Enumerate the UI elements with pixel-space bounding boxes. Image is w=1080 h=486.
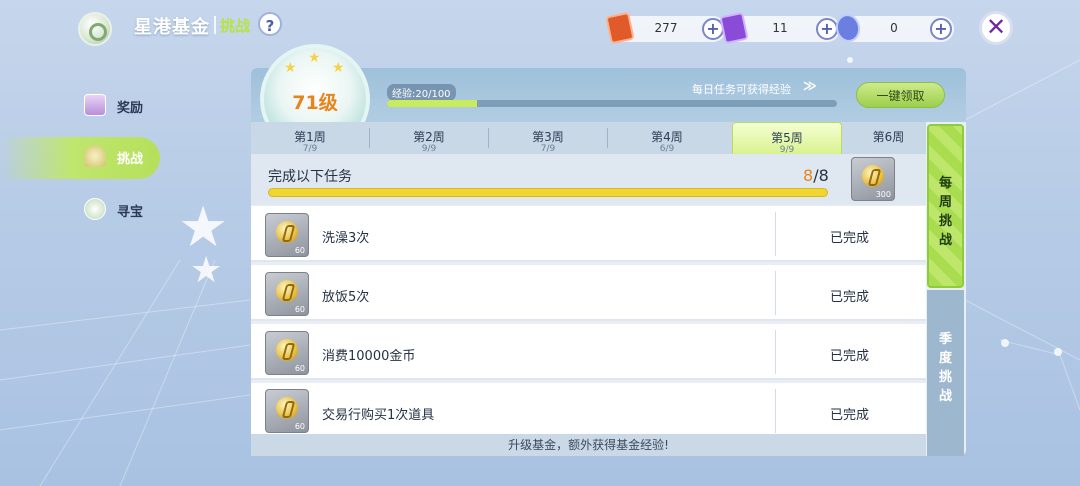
tab-label: 第6周 [872, 130, 905, 144]
task-row: 60 放饭5次 已完成 [251, 265, 926, 321]
currency-ticket-value: 277 [654, 21, 678, 35]
tab-divider [607, 128, 608, 148]
summary-done: 8 [803, 166, 814, 185]
task-divider [775, 389, 776, 433]
summary-reward-chest[interactable]: 300 [851, 157, 895, 201]
nav-item-rewards[interactable]: 奖励 [0, 86, 160, 126]
exp-progress-bar [387, 100, 837, 107]
page-subtitle: 挑战 [220, 17, 251, 35]
week-tabs: 第1周 7/9 第2周 9/9 第3周 7/9 第4周 6/9 第5周 9/9 … [251, 122, 926, 155]
task-row: 60 交易行购买1次道具 已完成 [251, 383, 926, 434]
arrow-right-icon[interactable]: ≫ [803, 79, 817, 94]
nav-item-label: 挑战 [117, 152, 144, 167]
reward-amount: 60 [294, 364, 305, 373]
close-button[interactable]: ✕ [979, 11, 1013, 45]
nav-item-label: 奖励 [117, 101, 144, 116]
coin-icon [862, 165, 884, 187]
task-status: 已完成 [830, 290, 870, 305]
task-reward: 60 [265, 213, 309, 257]
reward-amount: 60 [294, 246, 305, 255]
task-name: 交易行购买1次道具 [322, 408, 435, 423]
fund-logo-icon [78, 12, 112, 46]
task-name: 洗澡3次 [322, 231, 370, 246]
claim-all-button[interactable]: 一键领取 [856, 82, 945, 108]
tab-week-1[interactable]: 第1周 7/9 [255, 122, 365, 154]
nav-item-challenge[interactable]: 挑战 [0, 137, 160, 179]
tab-label: 第2周 [413, 130, 445, 144]
nav-item-label: 寻宝 [117, 205, 144, 220]
tab-divider [369, 128, 370, 148]
tab-progress: 7/9 [302, 144, 318, 154]
title-divider [214, 16, 216, 34]
star-icon: ★ [308, 50, 321, 66]
task-reward: 60 [265, 272, 309, 316]
add-card-button[interactable]: + [816, 18, 838, 40]
task-row: 60 洗澡3次 已完成 [251, 206, 926, 262]
summary-title: 完成以下任务 [268, 169, 352, 185]
weekly-summary: 完成以下任务 8/8 300 [251, 154, 926, 205]
summary-progress-bar [268, 188, 828, 197]
coin-icon [276, 339, 298, 361]
tab-progress: 6/9 [659, 144, 675, 154]
nav-item-treasure[interactable]: 寻宝 [0, 190, 160, 230]
currency-ticket: 277 + [605, 11, 726, 45]
treasure-icon [84, 198, 106, 220]
gift-icon [84, 94, 106, 116]
currency-crystal-value: 0 [890, 21, 898, 35]
task-reward: 60 [265, 389, 309, 433]
star-icon: ★ [332, 60, 345, 76]
tab-progress: 9/9 [421, 144, 437, 154]
tab-label: 第5周 [771, 131, 803, 145]
tab-week-6[interactable]: 第6周 [851, 122, 926, 154]
task-status: 已完成 [830, 231, 870, 246]
coin-icon [276, 221, 298, 243]
coin-icon [276, 397, 298, 419]
star-decoration-icon: ★ [190, 250, 223, 291]
coin-icon [276, 280, 298, 302]
level-text: 71级 [292, 92, 338, 114]
currency-card: 11 + [719, 11, 840, 45]
task-status: 已完成 [830, 408, 870, 423]
crystal-icon [833, 11, 863, 45]
daily-exp-tip: 每日任务可获得经验 [692, 83, 791, 96]
add-crystal-button[interactable]: + [930, 18, 952, 40]
task-reward: 60 [265, 331, 309, 375]
reward-amount: 300 [875, 190, 891, 199]
help-button[interactable]: ? [258, 12, 282, 36]
task-name: 消费10000金币 [322, 349, 416, 364]
tab-label: 第1周 [294, 130, 326, 144]
exp-label: 经验:20/100 [387, 84, 456, 101]
tab-week-4[interactable]: 第4周 6/9 [612, 122, 722, 154]
summary-count: 8/8 [803, 166, 829, 185]
page-title: 星港基金 [134, 17, 210, 38]
ticket-icon [605, 11, 635, 45]
task-divider [775, 271, 776, 315]
tab-weekly-challenge[interactable]: 每周挑战 [927, 124, 964, 288]
tab-week-3[interactable]: 第3周 7/9 [493, 122, 603, 154]
reward-amount: 60 [294, 422, 305, 431]
tab-divider [488, 128, 489, 148]
star-icon: ★ [284, 60, 297, 76]
weekly-challenge-label: 每周挑战 [938, 176, 952, 248]
summary-total: /8 [813, 166, 829, 185]
exp-progress-fill [387, 100, 477, 107]
tab-label: 第3周 [532, 130, 564, 144]
task-status: 已完成 [830, 349, 870, 364]
task-divider [775, 330, 776, 374]
task-row: 60 消费10000金币 已完成 [251, 324, 926, 380]
card-icon [719, 11, 749, 45]
season-challenge-label: 季度挑战 [938, 332, 952, 404]
task-divider [775, 212, 776, 256]
tab-progress: 7/9 [540, 144, 556, 154]
tab-week-2[interactable]: 第2周 9/9 [374, 122, 484, 154]
upgrade-fund-tip: 升级基金，额外获得基金经验! [251, 434, 926, 456]
tab-week-5[interactable]: 第5周 9/9 [732, 122, 842, 155]
currency-card-value: 11 [772, 21, 788, 35]
tab-label: 第4周 [651, 130, 683, 144]
trophy-icon [84, 145, 106, 167]
reward-amount: 60 [294, 305, 305, 314]
task-name: 放饭5次 [322, 290, 370, 305]
tab-season-challenge[interactable]: 季度挑战 [927, 290, 964, 456]
currency-crystal: 0 + [833, 11, 954, 45]
